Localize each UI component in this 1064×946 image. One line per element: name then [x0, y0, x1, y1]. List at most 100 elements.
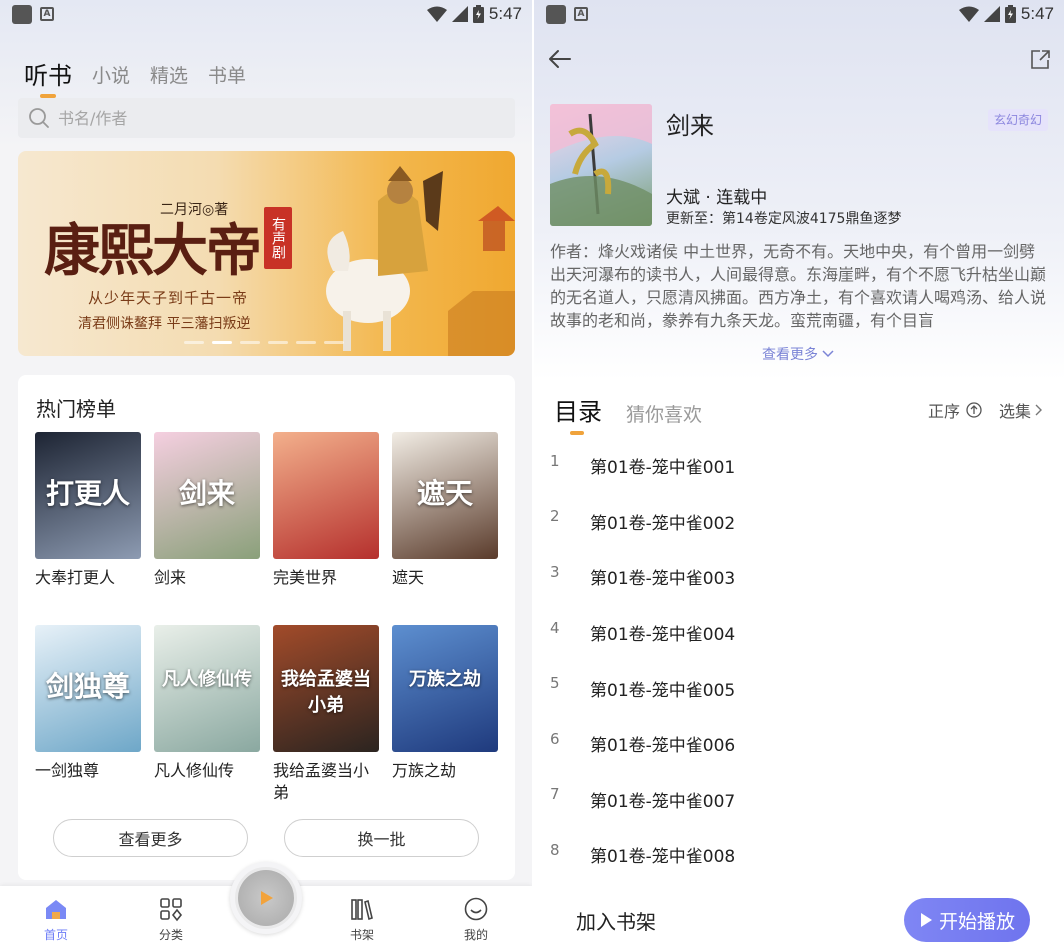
genre-tag: 玄幻奇幻 [987, 109, 1048, 131]
select-episodes-label: 选集 [999, 402, 1032, 421]
battery-icon [472, 5, 484, 23]
chapter-title: 第01卷-笼中雀002 [590, 513, 736, 534]
home-icon [46, 900, 66, 919]
tab-listen[interactable]: 听书 [24, 62, 72, 98]
book-cover: 剑来 [154, 432, 260, 559]
banner-dot[interactable] [268, 341, 288, 344]
book-title: 完美世界 [273, 568, 338, 587]
book-title: 剑来 [154, 568, 187, 587]
app-notification-icon: A [574, 7, 588, 21]
nav-bookshelf[interactable]: 书架 [332, 896, 392, 943]
chapter-title: 第01卷-笼中雀001 [590, 458, 736, 479]
status-bar: A 5:47 [0, 0, 532, 28]
wifi-icon [426, 6, 447, 22]
nav-profile-label: 我的 [463, 928, 488, 942]
banner-badge: 有声剧 [264, 207, 292, 269]
nav-home[interactable]: 首页 [26, 896, 86, 943]
banner-title: 康熙大帝 [44, 218, 262, 284]
mini-player-cover [238, 870, 294, 926]
see-more-button[interactable]: 查看更多 [53, 819, 248, 857]
chapter-row[interactable]: 5 第01卷-笼中雀005 [534, 660, 1064, 716]
general-on-horse-illustration [326, 166, 515, 356]
book-item[interactable]: 打更人 大奉打更人 [35, 432, 141, 589]
chapter-number: 6 [550, 729, 560, 748]
search-bar[interactable] [18, 98, 515, 138]
book-item[interactable]: 剑独尊一剑独尊 [35, 625, 141, 782]
chapter-title: 第01卷-笼中雀008 [590, 847, 736, 868]
book-cover: 万族之劫 [392, 625, 498, 752]
chapter-row[interactable]: 6 第01卷-笼中雀006 [534, 716, 1064, 772]
signal-icon [983, 6, 1000, 22]
book-cover: 遮天 [392, 432, 498, 559]
book-item[interactable]: 完美世界 [273, 432, 379, 589]
category-icon [160, 898, 183, 922]
chapter-list: 1 第01卷-笼中雀001 2 第01卷-笼中雀002 3 第01卷-笼中雀003 4 第01… [534, 438, 1064, 883]
book-item[interactable]: 剑来 剑来 [154, 432, 260, 589]
banner-dot[interactable] [296, 341, 316, 344]
bookshelf-icon [351, 899, 373, 921]
sort-order-button[interactable]: 正序 [928, 398, 982, 422]
chapter-title: 第01卷-笼中雀005 [590, 680, 736, 701]
back-arrow-icon[interactable] [548, 48, 572, 70]
chapter-row[interactable]: 7 第01卷-笼中雀007 [534, 772, 1064, 828]
share-icon[interactable] [1028, 48, 1052, 70]
book-item[interactable]: 凡人修仙传 凡人修仙传 [154, 625, 260, 782]
chapter-row[interactable]: 4 第01卷-笼中雀004 [534, 605, 1064, 661]
book-status: 大斌 · 连载中 [666, 188, 768, 208]
book-cover-text: 剑独尊 [45, 670, 130, 703]
tab-novel[interactable]: 小说 [92, 62, 130, 90]
notification-icon [12, 5, 32, 24]
book-cover-art [550, 104, 652, 226]
chapter-number: 7 [550, 785, 560, 804]
select-episodes-button[interactable]: 选集 [999, 398, 1043, 422]
banner-pager[interactable] [184, 341, 344, 344]
book-cover: 凡人修仙传 [154, 625, 260, 752]
banner-subtagline: 清君侧诛鳌拜 平三藩扫叛逆 [78, 316, 251, 332]
chapter-number: 2 [550, 507, 560, 526]
chapter-row[interactable]: 2 第01卷-笼中雀002 [534, 494, 1064, 550]
chapter-title: 第01卷-笼中雀004 [590, 625, 736, 646]
chapter-row[interactable]: 1 第01卷-笼中雀001 [534, 438, 1064, 494]
clock: 5:47 [488, 4, 522, 23]
book-item[interactable]: 遮天 遮天 [392, 432, 498, 589]
banner-dot[interactable] [212, 341, 232, 344]
chapter-row[interactable]: 8 第01卷-笼中雀008 [534, 827, 1064, 883]
promo-banner[interactable]: 二月河◎著 康熙大帝 有声剧 从少年天子到千古一帝 清君侧诛鳌拜 平三藩扫叛逆 [18, 151, 515, 356]
nav-profile[interactable]: 我的 [446, 896, 506, 943]
sort-order-label: 正序 [928, 402, 961, 421]
wifi-icon [958, 6, 979, 22]
banner-dot[interactable] [184, 341, 204, 344]
home-screen: A 5:47 听书 小说 精选 书单 二月河◎著 [0, 0, 532, 946]
nav-category[interactable]: 分类 [141, 896, 201, 943]
book-title: 一剑独尊 [35, 761, 100, 780]
play-icon [261, 891, 273, 905]
banner-dot[interactable] [324, 341, 344, 344]
nav-category-label: 分类 [158, 928, 183, 942]
banner-dot[interactable] [240, 341, 260, 344]
tab-contents[interactable]: 目录 [554, 392, 602, 435]
tab-booklist[interactable]: 书单 [208, 62, 246, 90]
book-cover-text: 万族之劫 [409, 669, 481, 690]
book-item[interactable]: 我给孟婆当小弟 我给孟婆当小弟 [273, 625, 379, 804]
book-item[interactable]: 万族之劫 万族之劫 [392, 625, 498, 782]
nav-bookshelf-label: 书架 [349, 928, 374, 942]
start-playing-button[interactable]: 开始播放 [904, 898, 1030, 942]
book-title: 万族之劫 [392, 761, 457, 780]
start-playing-label: 开始播放 [938, 910, 1015, 933]
book-cover [550, 104, 652, 226]
add-to-bookshelf-button[interactable]: 加入书架 [576, 906, 656, 935]
mini-player-button[interactable] [230, 862, 302, 934]
search-icon [29, 108, 49, 128]
chapter-row[interactable]: 3 第01卷-笼中雀003 [534, 549, 1064, 605]
status-bar: A 5:47 [534, 0, 1064, 28]
tab-recommend[interactable]: 猜你喜欢 [626, 400, 702, 427]
signal-icon [451, 6, 468, 22]
search-input[interactable] [58, 108, 458, 128]
sort-arrow-up-icon [966, 402, 982, 418]
refresh-batch-button[interactable]: 换一批 [284, 819, 479, 857]
chevron-down-icon [822, 350, 834, 358]
book-title: 剑来 [666, 112, 714, 140]
tab-featured[interactable]: 精选 [150, 62, 188, 90]
expand-description-button[interactable]: 查看更多 [762, 344, 834, 364]
expand-description-label: 查看更多 [762, 347, 818, 363]
